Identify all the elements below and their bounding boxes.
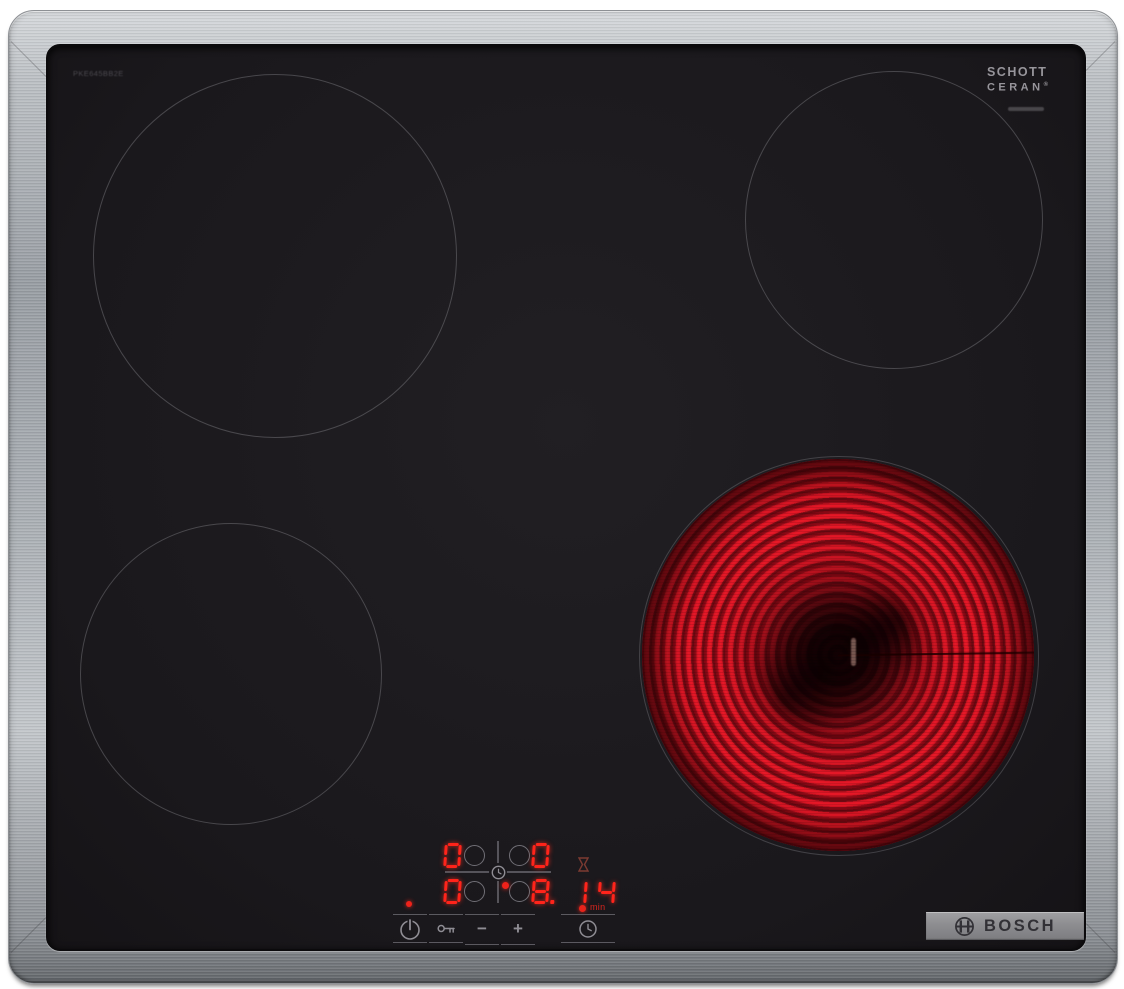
power-button[interactable] <box>393 914 427 943</box>
frame-miter-line <box>11 917 47 953</box>
bosch-badge: BOSCH <box>926 912 1084 940</box>
display-front-left-level <box>444 879 461 904</box>
childlock-key-icon <box>437 923 456 934</box>
ceran-fineprint-illegible <box>1008 107 1044 111</box>
hourglass-timer-icon <box>578 857 589 872</box>
timer-active-dot <box>579 905 586 912</box>
hob-frame: PKE645BB2E SCHOTT CERAN® <box>8 10 1118 984</box>
model-number: PKE645BB2E <box>73 69 124 78</box>
schott-ceran-line2: CERAN® <box>987 79 1048 95</box>
timer-unit-label: min <box>590 902 605 912</box>
minus-button[interactable]: − <box>465 914 499 945</box>
burner-front-right-glowing <box>642 459 1034 851</box>
burner-front-left <box>80 523 382 825</box>
zone-key-back-left[interactable] <box>464 845 485 866</box>
timer-clock-icon <box>578 919 598 939</box>
ceramic-glass-surface: PKE645BB2E SCHOTT CERAN® <box>46 44 1086 951</box>
frame-miter-line <box>11 41 47 77</box>
power-on-dot <box>406 901 412 907</box>
plus-button[interactable]: + <box>501 914 535 945</box>
zone-selected-dot <box>502 882 509 889</box>
zone-key-front-right[interactable] <box>509 881 530 902</box>
burner-back-left <box>93 74 457 438</box>
timer-button[interactable] <box>561 914 615 943</box>
zone-key-back-right[interactable] <box>509 845 530 866</box>
bosch-armature-icon <box>954 916 975 937</box>
burner-back-right <box>745 71 1043 369</box>
display-front-right-level <box>532 879 549 904</box>
zone-select-clock-icon <box>489 863 507 881</box>
schott-ceran-logo: SCHOTT CERAN® <box>987 66 1048 95</box>
childlock-button[interactable] <box>429 914 463 943</box>
zone-key-front-left[interactable] <box>464 881 485 902</box>
burner-vignette <box>642 459 1034 851</box>
display-back-left-level <box>444 843 461 868</box>
photo-stage: PKE645BB2E SCHOTT CERAN® <box>0 0 1124 989</box>
power-icon <box>397 916 423 942</box>
schott-ceran-line1: SCHOTT <box>987 66 1048 79</box>
registered-mark: ® <box>1044 82 1048 88</box>
display-back-right-level <box>532 843 549 868</box>
bosch-wordmark: BOSCH <box>984 917 1056 936</box>
